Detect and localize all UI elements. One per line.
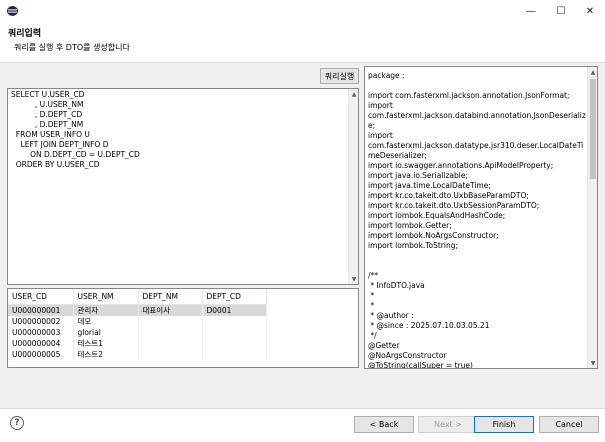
table-row[interactable]: U000000002 데모 — [8, 315, 267, 327]
table-cell: 테스트1 — [73, 337, 139, 349]
table-row[interactable]: U000000005 테스트2 — [8, 348, 267, 360]
column-header[interactable]: USER_CD — [8, 289, 74, 305]
scroll-down-icon[interactable]: ▼ — [588, 358, 597, 368]
table-cell: D0001 — [202, 304, 267, 316]
table-cell: 대표이사 — [138, 304, 203, 316]
app-icon — [7, 6, 18, 16]
scroll-up-icon[interactable]: ▲ — [349, 89, 359, 99]
page-title: 쿼리입력 — [8, 29, 42, 39]
table-cell — [138, 337, 203, 349]
column-header[interactable]: DEPT_CD — [202, 289, 267, 305]
scroll-down-icon[interactable]: ▼ — [349, 274, 359, 284]
scroll-up-icon[interactable]: ▲ — [588, 67, 597, 77]
sql-scrollbar[interactable]: ▲ ▼ — [348, 89, 358, 284]
table-cell — [138, 348, 203, 360]
table-row[interactable]: U000000003 glorial — [8, 326, 267, 338]
table-cell: U000000005 — [8, 348, 74, 360]
table-row[interactable]: U000000001 관리자 대표이사 D0001 — [8, 304, 267, 316]
cancel-button[interactable]: Cancel — [539, 416, 599, 433]
table-cell — [138, 315, 203, 327]
table-cell — [138, 326, 203, 338]
finish-button[interactable]: Finish — [474, 416, 534, 433]
scroll-thumb[interactable] — [590, 79, 596, 179]
next-button[interactable]: Next > — [418, 416, 478, 433]
column-header[interactable]: DEPT_NM — [138, 289, 203, 305]
table-cell — [202, 315, 267, 327]
page-description: 쿼리를 실행 후 DTO를 생성합니다 — [14, 43, 130, 52]
window-titlebar: — ☐ ✕ — [0, 0, 605, 22]
table-cell: 데모 — [73, 315, 139, 327]
table-cell: U000000002 — [8, 315, 74, 327]
table-cell: 관리자 — [73, 304, 139, 316]
table-row[interactable]: U000000004 테스트1 — [8, 337, 267, 349]
sql-editor[interactable]: SELECT U.USER_CD , U.USER_NM , D.DEPT_CD… — [7, 88, 359, 285]
run-query-button[interactable]: 쿼리실행 — [320, 68, 359, 84]
table-cell — [202, 348, 267, 360]
table-cell: U000000003 — [8, 326, 74, 338]
close-button[interactable]: ✕ — [575, 0, 605, 22]
table-cell — [202, 326, 267, 338]
minimize-button[interactable]: — — [516, 0, 546, 22]
table-cell: glorial — [73, 326, 139, 338]
result-table: USER_CD USER_NM DEPT_NM DEPT_CD U0000000… — [8, 289, 267, 360]
column-header[interactable]: USER_NM — [73, 289, 139, 305]
code-scrollbar[interactable]: ▲ ▼ — [587, 67, 597, 368]
table-cell — [202, 337, 267, 349]
table-cell: 테스트2 — [73, 348, 139, 360]
footer-divider — [0, 408, 605, 409]
help-icon[interactable]: ? — [10, 416, 24, 430]
sql-text[interactable]: SELECT U.USER_CD , U.USER_NM , D.DEPT_CD… — [11, 90, 140, 170]
back-button[interactable]: < Back — [354, 416, 414, 433]
dto-code-view[interactable]: package ; import com.fasterxml.jackson.a… — [364, 66, 598, 369]
table-cell: U000000001 — [8, 304, 74, 316]
maximize-button[interactable]: ☐ — [546, 0, 576, 22]
wizard-header: 쿼리입력 쿼리를 실행 후 DTO를 생성합니다 — [0, 22, 605, 62]
table-cell: U000000004 — [8, 337, 74, 349]
dto-code-text[interactable]: package ; import com.fasterxml.jackson.a… — [368, 71, 586, 368]
result-grid[interactable]: USER_CD USER_NM DEPT_NM DEPT_CD U0000000… — [7, 288, 359, 368]
header-row: USER_CD USER_NM DEPT_NM DEPT_CD — [8, 289, 267, 305]
